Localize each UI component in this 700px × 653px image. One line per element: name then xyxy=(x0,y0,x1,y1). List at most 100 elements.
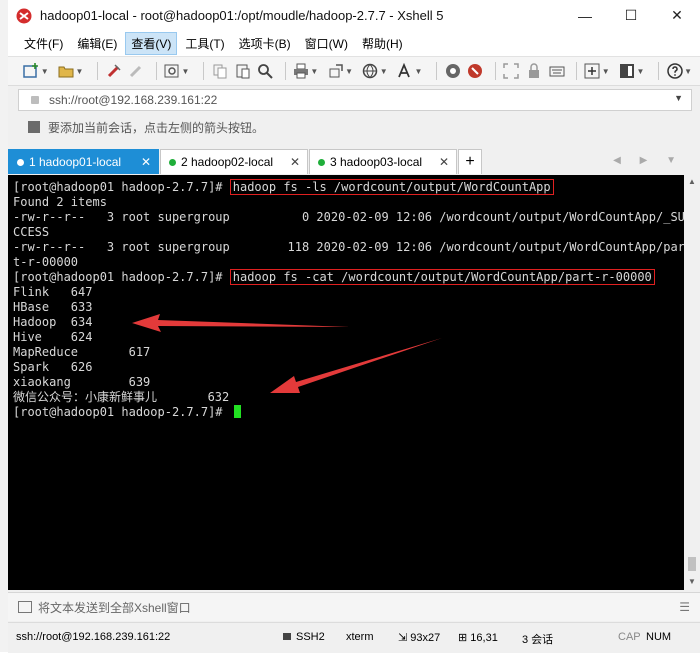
connected-status-icon xyxy=(318,158,325,166)
close-icon[interactable]: ✕ xyxy=(290,155,300,169)
tab-hadoop01-local[interactable]: 1 hadoop01-local ✕ xyxy=(8,149,159,174)
properties-icon[interactable] xyxy=(163,61,182,81)
add-icon[interactable] xyxy=(583,61,602,81)
toolbar-separator xyxy=(97,62,99,80)
tab-label: 3 hadoop03-local xyxy=(330,155,423,169)
status-protocol-text: SSH2 xyxy=(296,631,325,643)
globe-icon[interactable] xyxy=(361,61,380,81)
toolbar-separator xyxy=(284,62,286,80)
disconnect-icon[interactable] xyxy=(127,61,146,81)
status-size: ⇲ 93x27 xyxy=(398,631,440,644)
status-position-text: 16,31 xyxy=(470,632,498,644)
chevron-down-icon[interactable]: ▼ xyxy=(684,67,692,76)
close-icon[interactable]: ✕ xyxy=(141,155,151,169)
maximize-button[interactable]: ☐ xyxy=(608,0,654,31)
menu-file[interactable]: 文件(F) xyxy=(18,32,69,55)
script-icon[interactable] xyxy=(466,61,485,81)
status-size-text: 93x27 xyxy=(410,632,441,644)
new-tab-button[interactable]: + xyxy=(458,149,482,174)
status-protocol: SSH2 xyxy=(283,631,325,643)
window-title: hadoop01-local - root@hadoop01:/opt/moud… xyxy=(40,8,444,23)
status-caps: CAP xyxy=(618,631,641,643)
chevron-down-icon[interactable]: ▼ xyxy=(380,67,388,76)
compose-input[interactable]: 将文本发送到全部Xshell窗口 xyxy=(38,599,191,616)
address-input[interactable]: ssh://root@192.168.239.161:22 xyxy=(49,93,217,107)
toolbar-separator xyxy=(576,62,578,80)
chevron-down-icon[interactable]: ▼ xyxy=(602,67,610,76)
copy-icon[interactable] xyxy=(210,61,229,81)
chevron-down-icon[interactable]: ▼ xyxy=(41,67,49,76)
terminal-output[interactable]: [root@hadoop01 hadoop-2.7.7]# hadoop fs … xyxy=(8,175,685,590)
connected-status-icon xyxy=(169,158,176,166)
font-icon[interactable] xyxy=(396,61,415,81)
fullscreen-icon[interactable] xyxy=(502,61,521,81)
menu-help[interactable]: 帮助(H) xyxy=(356,32,409,55)
close-icon[interactable]: ✕ xyxy=(439,155,449,169)
layout-icon[interactable] xyxy=(618,61,637,81)
chevron-down-icon[interactable]: ▼ xyxy=(414,67,422,76)
menu-tools[interactable]: 工具(T) xyxy=(179,32,230,55)
chevron-down-icon[interactable]: ▼ xyxy=(345,67,353,76)
toolbar: ▼ ▼ ▼ ▼ ▼ ▼ ▼ ▼ ▼ ▼ xyxy=(8,56,700,86)
status-num: NUM xyxy=(646,631,672,643)
chevron-down-icon[interactable]: ▼ xyxy=(636,67,644,76)
terminal-scrollbar[interactable]: ▲ ▼ xyxy=(684,175,700,590)
chevron-down-icon[interactable]: ▼ xyxy=(75,67,83,76)
compose-bar[interactable]: 将文本发送到全部Xshell窗口 ☰ xyxy=(8,592,700,621)
hint-bar: 要添加当前会话，点击左侧的箭头按钮。 xyxy=(18,116,692,138)
xshell-window: hadoop01-local - root@hadoop01:/opt/moud… xyxy=(8,0,700,653)
reconnect-icon[interactable] xyxy=(104,61,123,81)
print-icon[interactable] xyxy=(292,61,311,81)
status-terminal-type: xterm xyxy=(346,631,374,643)
toolbar-separator xyxy=(494,62,496,80)
scroll-down-icon[interactable]: ▼ xyxy=(688,577,696,586)
annotation-arrows xyxy=(132,314,442,393)
address-bar[interactable]: ssh://root@192.168.239.161:22 ▼ xyxy=(18,89,692,111)
menu-view[interactable]: 查看(V) xyxy=(125,32,178,55)
menu-window[interactable]: 窗口(W) xyxy=(299,32,354,55)
annotation-arrow-hadoop xyxy=(132,314,350,332)
menu-bar: 文件(F) 编辑(E) 查看(V) 工具(T) 选项卡(B) 窗口(W) 帮助(… xyxy=(8,31,700,56)
tab-label: 2 hadoop02-local xyxy=(181,155,274,169)
lock-icon xyxy=(283,633,291,640)
tab-bar: 1 hadoop01-local ✕ 2 hadoop02-local ✕ 3 … xyxy=(8,146,700,176)
chevron-down-icon[interactable]: ▼ xyxy=(182,67,190,76)
lock-screen-icon[interactable] xyxy=(525,61,544,81)
annotation-arrow-wechat xyxy=(270,338,442,393)
xftp-icon[interactable] xyxy=(443,61,462,81)
keyboard-icon[interactable] xyxy=(547,61,566,81)
transfer-icon[interactable] xyxy=(326,61,345,81)
compose-menu-icon[interactable]: ☰ xyxy=(679,600,690,614)
toolbar-separator xyxy=(155,62,157,80)
menu-tabs[interactable]: 选项卡(B) xyxy=(233,32,297,55)
add-session-arrow-icon[interactable] xyxy=(28,121,40,133)
close-button[interactable]: ✕ xyxy=(654,0,700,31)
chevron-down-icon[interactable]: ▼ xyxy=(674,93,683,103)
scroll-up-icon[interactable]: ▲ xyxy=(688,177,696,186)
connected-status-icon xyxy=(17,158,24,166)
status-bar: ssh://root@192.168.239.161:22 SSH2 xterm… xyxy=(8,622,700,653)
chevron-down-icon[interactable]: ▼ xyxy=(310,67,318,76)
tab-hadoop03-local[interactable]: 3 hadoop03-local ✕ xyxy=(309,149,457,174)
compose-icon xyxy=(18,601,32,613)
open-folder-icon[interactable] xyxy=(57,61,76,81)
title-bar: hadoop01-local - root@hadoop01:/opt/moud… xyxy=(8,0,700,31)
help-icon[interactable] xyxy=(665,61,684,81)
tab-scroll-arrows[interactable]: ◀ ▶ ▼ xyxy=(613,155,684,166)
tab-hadoop02-local[interactable]: 2 hadoop02-local ✕ xyxy=(160,149,308,174)
hint-text: 要添加当前会话，点击左侧的箭头按钮。 xyxy=(48,120,265,135)
xshell-app-icon xyxy=(16,8,32,23)
toolbar-separator xyxy=(658,62,660,80)
status-sessions: 3 会话 xyxy=(522,634,554,646)
menu-edit[interactable]: 编辑(E) xyxy=(71,32,123,55)
status-connection: ssh://root@192.168.239.161:22 xyxy=(16,631,171,643)
address-indicator-icon xyxy=(31,96,39,104)
find-icon[interactable] xyxy=(256,61,275,81)
paste-icon[interactable] xyxy=(233,61,252,81)
resize-icon: ⇲ xyxy=(398,632,411,644)
status-cursor-position: ⊞ 16,31 xyxy=(458,631,498,644)
minimize-button[interactable]: — xyxy=(562,0,608,31)
cursor-position-icon: ⊞ xyxy=(458,632,471,644)
new-session-icon[interactable] xyxy=(22,61,41,81)
scrollbar-thumb[interactable] xyxy=(688,557,696,571)
